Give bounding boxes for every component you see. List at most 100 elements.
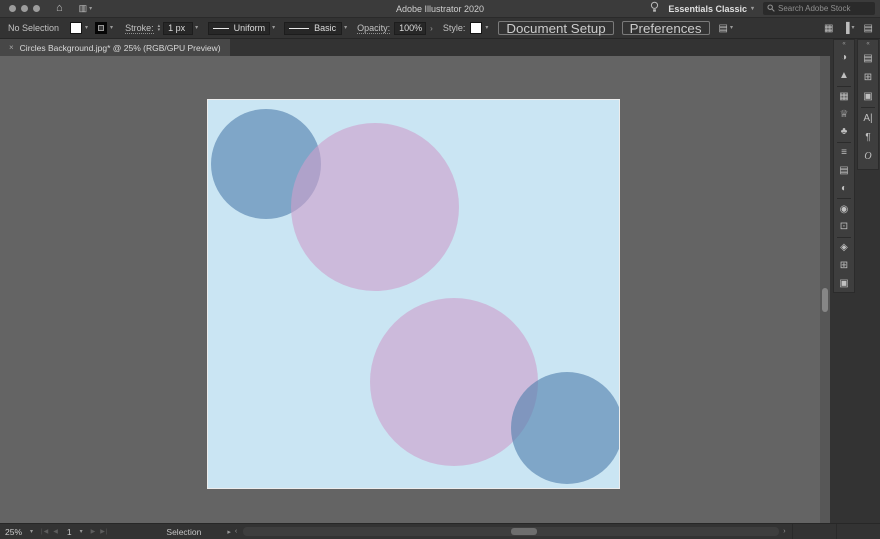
illustrator-window: ⌂ ▥ ▾ Adobe Illustrator 2020 Essentials …: [0, 0, 880, 539]
opacity-label[interactable]: Opacity:: [357, 23, 390, 34]
first-artboard-icon[interactable]: |◀: [41, 528, 49, 535]
artboard[interactable]: [207, 99, 620, 489]
align-options-icon[interactable]: ▤: [719, 23, 728, 34]
gradient-icon[interactable]: ▤: [834, 162, 854, 180]
stroke-weight-field[interactable]: 1 px: [163, 22, 193, 35]
workspace-switcher[interactable]: Essentials Classic ▾: [668, 4, 754, 14]
vertical-scrollbar-thumb[interactable]: [822, 288, 828, 312]
canvas-pasteboard[interactable]: [0, 56, 820, 524]
status-bar-corner: [792, 524, 880, 539]
brush-definition-value: Basic: [314, 23, 336, 33]
swatches-icon[interactable]: ▦: [834, 88, 854, 106]
selection-status-label: No Selection: [8, 23, 59, 33]
scroll-right-icon[interactable]: ›: [783, 528, 785, 535]
purple-circle-top[interactable]: [291, 123, 459, 291]
character-icon[interactable]: A|: [858, 109, 878, 128]
graphic-style-swatch[interactable]: [470, 22, 482, 34]
close-tab-icon[interactable]: ×: [9, 43, 14, 52]
control-bar: No Selection ▾ ▾ Stroke: ▴ ▾ 1 px ▾ Unif…: [0, 18, 880, 39]
chevron-down-icon[interactable]: ▾: [110, 25, 113, 31]
chevron-down-icon: ▾: [751, 6, 754, 12]
workspace-name: Essentials Classic: [668, 4, 747, 14]
chevron-down-icon[interactable]: ▾: [730, 25, 733, 31]
expand-panels-icon[interactable]: «: [858, 40, 878, 49]
document-tab-bar: × Circles Background.jpg* @ 25% (RGB/GPU…: [0, 39, 832, 56]
arrange-documents-button[interactable]: ▥ ▾: [79, 3, 93, 14]
graphic-styles-icon[interactable]: ⊡: [834, 218, 854, 236]
horizontal-scrollbar-thumb[interactable]: [511, 528, 537, 535]
asset-export-icon[interactable]: ⊞: [834, 256, 854, 274]
app-title: Adobe Illustrator 2020: [396, 4, 484, 14]
opentype-icon[interactable]: O: [858, 147, 878, 166]
touch-workspace-grid-icon[interactable]: ▦: [824, 23, 833, 34]
search-input[interactable]: Search Adobe Stock: [763, 2, 875, 15]
stroke-icon[interactable]: ≡: [834, 144, 854, 162]
transparency-icon[interactable]: ◐: [834, 179, 854, 197]
blue-circle-bottom-right[interactable]: [511, 372, 620, 484]
brush-preview-icon: [289, 28, 309, 29]
appearance-icon[interactable]: ◉: [834, 200, 854, 218]
dock-toggle-button[interactable]: ▐ ▾: [842, 23, 854, 34]
width-profile-value: Uniform: [234, 23, 266, 33]
document-tab-title: Circles Background.jpg* @ 25% (RGB/GPU P…: [20, 43, 221, 53]
zoom-level-field[interactable]: 25%: [5, 527, 22, 537]
opacity-field[interactable]: 100%: [394, 22, 426, 35]
last-artboard-icon[interactable]: ▶|: [100, 528, 108, 535]
stroke-weight-label[interactable]: Stroke:: [125, 23, 154, 34]
horizontal-scrollbar[interactable]: [243, 527, 779, 536]
home-icon[interactable]: ⌂: [56, 0, 63, 17]
lightbulb-icon[interactable]: [650, 1, 659, 16]
zoom-window-button[interactable]: [33, 5, 40, 12]
dock-separator: [837, 86, 851, 87]
chevron-down-icon: ▾: [89, 6, 92, 12]
window-controls: [9, 5, 40, 12]
dock-separator: [861, 107, 875, 108]
opacity-flyout-icon[interactable]: ›: [430, 24, 433, 33]
previous-artboard-icon[interactable]: ◀: [53, 528, 59, 535]
stroke-weight-value: 1 px: [168, 23, 185, 33]
document-setup-button[interactable]: Document Setup: [498, 21, 613, 35]
artboard-number-field[interactable]: 1: [67, 527, 72, 537]
variable-width-profile-dropdown[interactable]: Uniform: [208, 22, 270, 35]
layers-panel-icon[interactable]: ⊞: [858, 68, 878, 87]
layers-icon[interactable]: ◈: [834, 239, 854, 257]
scroll-left-icon[interactable]: ‹: [235, 528, 237, 535]
artboard-dropdown-icon[interactable]: ▾: [80, 528, 83, 535]
paragraph-icon[interactable]: ¶: [858, 128, 878, 147]
title-bar: ⌂ ▥ ▾ Adobe Illustrator 2020 Essentials …: [0, 0, 880, 18]
artboards-panel-icon[interactable]: ▣: [858, 87, 878, 106]
close-window-button[interactable]: [9, 5, 16, 12]
panel-menu-icon[interactable]: ▤: [864, 23, 873, 34]
width-profile-preview-icon: [213, 28, 228, 29]
dock-separator: [837, 237, 851, 238]
preferences-button[interactable]: Preferences: [622, 21, 710, 35]
status-flyout-icon[interactable]: ▸: [227, 528, 231, 536]
chevron-down-icon[interactable]: ▾: [485, 25, 488, 31]
chevron-down-icon[interactable]: ▾: [272, 25, 275, 31]
fill-color-swatch[interactable]: [70, 22, 82, 34]
chevron-down-icon[interactable]: ▾: [344, 25, 347, 31]
chevron-down-icon[interactable]: ▾: [85, 25, 88, 31]
color-guide-icon[interactable]: ▲: [834, 67, 854, 85]
status-indicator: Selection: [166, 527, 201, 537]
vertical-scrollbar[interactable]: [820, 56, 830, 524]
expand-panels-icon[interactable]: «: [834, 40, 854, 49]
status-bar: 25% ▾ |◀ ◀ 1 ▾ ▶ ▶| Selection ▸ ‹ ›: [0, 523, 880, 539]
stroke-color-swatch[interactable]: [95, 22, 107, 34]
next-artboard-icon[interactable]: ▶: [91, 528, 97, 535]
stepper-down-icon[interactable]: ▾: [158, 28, 161, 32]
panel-dock-inner-column: « ◑▲ ▦♕♣ ≡▤◐ ◉⊡ ◈⊞▣: [833, 39, 855, 293]
dock-separator: [837, 142, 851, 143]
color-icon[interactable]: ◑: [834, 49, 854, 67]
dock-panels-icon: ▐: [842, 23, 849, 34]
artboards-icon[interactable]: ▣: [834, 274, 854, 292]
brushes-icon[interactable]: ♕: [834, 105, 854, 123]
symbols-icon[interactable]: ♣: [834, 123, 854, 141]
libraries-icon[interactable]: ▤: [858, 49, 878, 68]
minimize-window-button[interactable]: [21, 5, 28, 12]
zoom-dropdown-icon[interactable]: ▾: [30, 528, 33, 535]
document-tab[interactable]: × Circles Background.jpg* @ 25% (RGB/GPU…: [0, 39, 230, 56]
stroke-weight-stepper[interactable]: ▴ ▾: [158, 24, 161, 32]
brush-definition-dropdown[interactable]: Basic: [284, 22, 342, 35]
chevron-down-icon[interactable]: ▾: [195, 25, 198, 31]
